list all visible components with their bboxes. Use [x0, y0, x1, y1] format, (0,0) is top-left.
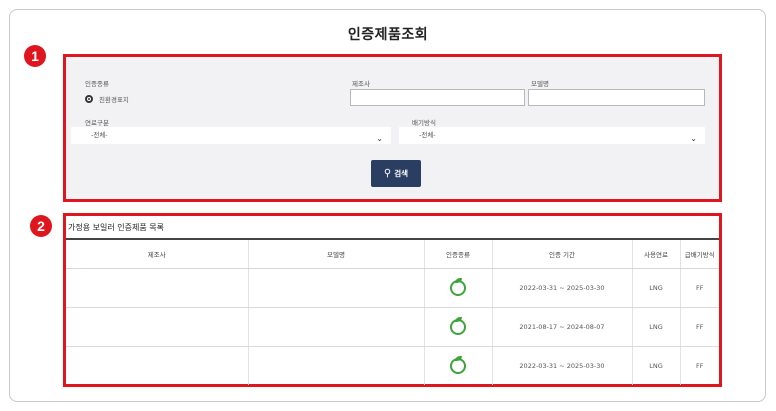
- search-button[interactable]: ⚲ 검색: [371, 160, 421, 187]
- column-header: 제조사: [66, 240, 249, 269]
- cell-period: 2022-03-31 ~ 2025-03-30: [492, 268, 633, 308]
- eco-label-icon: [450, 277, 466, 296]
- cert-type-option-label: 친환경표지: [99, 96, 129, 104]
- page-title: 인증제품조회: [347, 27, 429, 43]
- manufacturer-input[interactable]: [350, 89, 525, 106]
- cell-cert-type: [424, 346, 493, 385]
- column-header: 급배기방식: [680, 240, 719, 269]
- fuel-selected-value: -전체-: [91, 131, 108, 139]
- chevron-down-icon: ⌄: [376, 134, 383, 143]
- cell-period: 2021-08-17 ~ 2024-08-07: [492, 307, 633, 347]
- fuel-label: 연료구분: [85, 119, 109, 127]
- cell-period: 2022-03-31 ~ 2025-03-30: [492, 346, 633, 385]
- column-header: 사용연료: [632, 240, 681, 269]
- cell-fuel: LNG: [632, 268, 681, 308]
- table-row[interactable]: 2022-03-31 ~ 2025-03-30 LNG FF: [66, 268, 719, 308]
- fuel-select[interactable]: -전체- ⌄: [71, 127, 391, 144]
- results-panel: 가정용 보일러 인증제품 목록 제조사 모델명 인증종류 인증 기간 사용연료 …: [63, 213, 722, 387]
- search-button-label: 검색: [394, 169, 409, 178]
- model-input[interactable]: [528, 89, 705, 106]
- exhaust-select[interactable]: -전체- ⌄: [399, 127, 705, 144]
- table-row[interactable]: 2021-08-17 ~ 2024-08-07 LNG FF: [66, 307, 719, 347]
- cell-model: [248, 346, 425, 385]
- model-label: 모델명: [531, 80, 549, 88]
- cell-manufacturer: [66, 268, 249, 308]
- cell-exhaust: FF: [696, 361, 704, 370]
- cell-model: [248, 307, 425, 347]
- cell-fuel: LNG: [632, 307, 681, 347]
- annotation-marker-2: 2: [30, 215, 52, 237]
- column-header: 모델명: [248, 240, 425, 269]
- radio-selected-icon[interactable]: [85, 95, 93, 103]
- results-table: 제조사 모델명 인증종류 인증 기간 사용연료 급배기방식 2022-03-31…: [66, 240, 719, 385]
- cell-manufacturer: [66, 346, 249, 385]
- cell-model: [248, 268, 425, 308]
- exhaust-selected-value: -전체-: [419, 131, 436, 139]
- cell-fuel: LNG: [632, 346, 681, 385]
- search-icon: ⚲: [383, 168, 392, 179]
- cert-type-label: 인증종류: [85, 80, 109, 88]
- manufacturer-label: 제조사: [352, 80, 370, 88]
- eco-label-icon: [450, 355, 466, 374]
- table-row[interactable]: 2022-03-31 ~ 2025-03-30 LNG FF: [66, 346, 719, 385]
- column-header: 인증종류: [424, 240, 493, 269]
- table-header-row: 제조사 모델명 인증종류 인증 기간 사용연료 급배기방식: [66, 240, 719, 269]
- eco-label-icon: [450, 316, 466, 335]
- search-panel: 인증종류 친환경표지 제조사 모델명 연료구분 -전체- ⌄ 배기방식 -전체-…: [63, 54, 722, 202]
- exhaust-label: 배기방식: [412, 119, 436, 127]
- chevron-down-icon: ⌄: [690, 134, 697, 143]
- cert-type-radio-option[interactable]: 친환경표지: [85, 94, 129, 104]
- list-title: 가정용 보일러 인증제품 목록: [68, 223, 164, 232]
- cell-cert-type: [424, 268, 493, 308]
- cell-exhaust: FF: [680, 307, 719, 347]
- column-header: 인증 기간: [492, 240, 633, 269]
- annotation-marker-1: 1: [24, 45, 46, 67]
- cell-exhaust: FF: [680, 268, 719, 308]
- cell-manufacturer: [66, 307, 249, 347]
- cell-cert-type: [424, 307, 493, 347]
